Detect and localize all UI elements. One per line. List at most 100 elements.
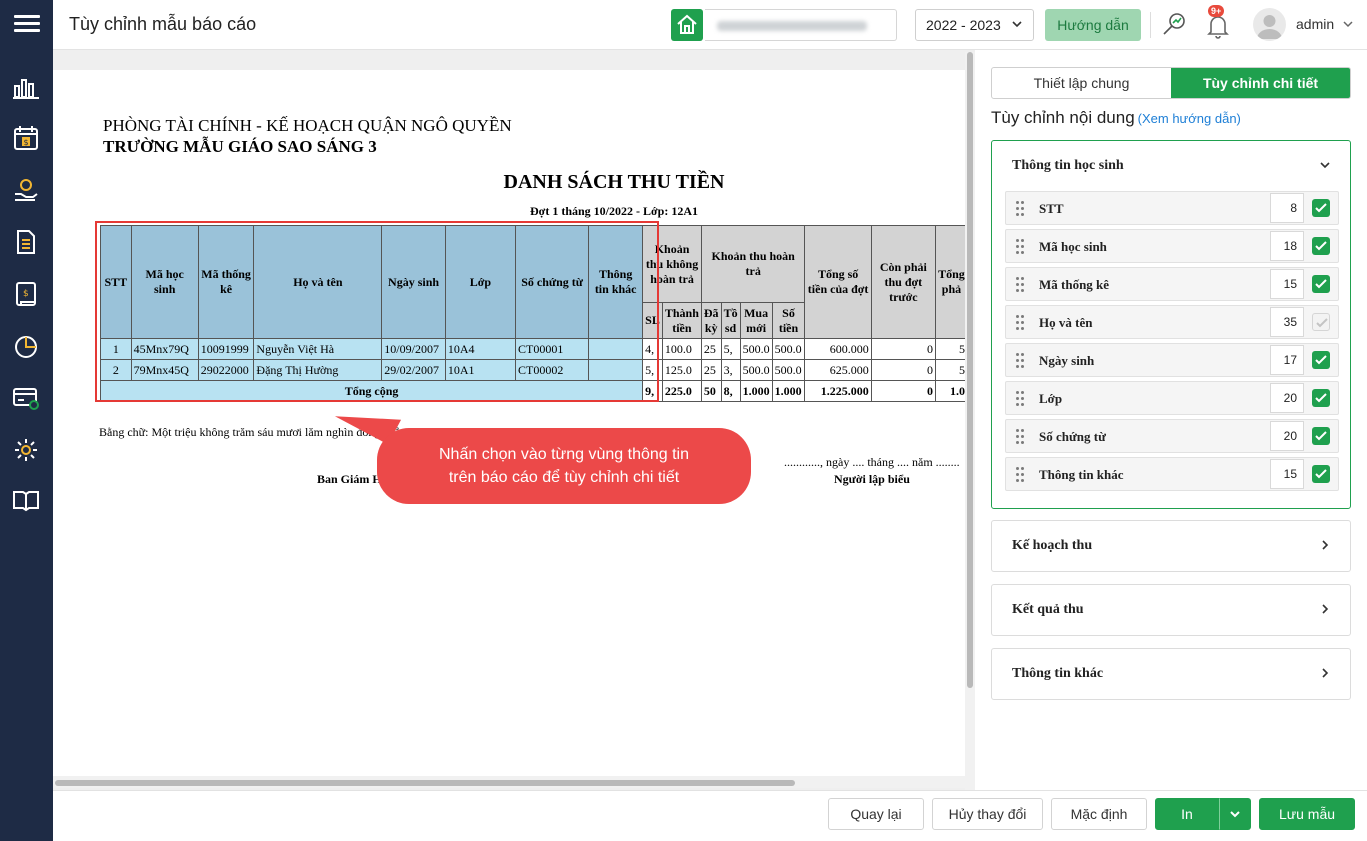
- total-row[interactable]: Tổng cộng 9, 225.0 50 8, 1.000 1.000 1.2…: [99, 380, 968, 402]
- field-width-input[interactable]: 15: [1270, 459, 1304, 489]
- money-hand-icon[interactable]: [12, 176, 40, 204]
- group-fee-result-header[interactable]: Kết quả thu: [992, 585, 1350, 635]
- search-chart-icon[interactable]: [1159, 10, 1189, 40]
- calendar-fee-icon[interactable]: $: [12, 124, 40, 152]
- col-lop[interactable]: Lớp: [444, 225, 517, 339]
- avatar[interactable]: [1253, 8, 1286, 41]
- field-width-input[interactable]: 20: [1270, 383, 1304, 413]
- report-table[interactable]: STT Mã học sinh Mã thống kê Họ và tên Ng…: [99, 225, 968, 402]
- col-sl[interactable]: SL: [642, 302, 663, 339]
- user-menu-chevron-icon[interactable]: [1342, 14, 1354, 34]
- payment-card-icon[interactable]: [12, 384, 40, 412]
- col-stt[interactable]: STT: [100, 225, 132, 339]
- settings-gear-icon[interactable]: [12, 436, 40, 464]
- hamburger-menu-icon[interactable]: [14, 12, 40, 36]
- guide-button[interactable]: Hướng dẫn: [1045, 9, 1141, 41]
- save-template-button[interactable]: Lưu mẫu: [1259, 798, 1355, 830]
- drag-handle-icon[interactable]: [1016, 429, 1026, 445]
- col-ma-thong-ke[interactable]: Mã thống kê: [197, 225, 255, 339]
- user-name[interactable]: admin: [1296, 16, 1334, 32]
- signature-right[interactable]: Người lập biểu: [834, 472, 910, 487]
- cell: 5,: [720, 338, 741, 360]
- col-ngay-sinh[interactable]: Ngày sinh: [381, 225, 446, 339]
- field-row[interactable]: Mã thống kê 15: [1005, 267, 1339, 301]
- group-other-info-header[interactable]: Thông tin khác: [992, 649, 1350, 699]
- col-so-chung-tu[interactable]: Số chứng từ: [514, 225, 590, 339]
- discard-changes-button[interactable]: Hủy thay đổi: [932, 798, 1043, 830]
- field-width-input[interactable]: 17: [1270, 345, 1304, 375]
- col-con-phai[interactable]: Còn phải thu đợt trước: [870, 225, 936, 339]
- group-student-info-header[interactable]: Thông tin học sinh: [992, 141, 1350, 191]
- drag-handle-icon[interactable]: [1016, 353, 1026, 369]
- field-visible-checkbox[interactable]: [1312, 427, 1330, 445]
- field-row[interactable]: Họ và tên 35: [1005, 305, 1339, 339]
- print-button[interactable]: In: [1155, 798, 1219, 830]
- field-row[interactable]: Thông tin khác 15: [1005, 457, 1339, 491]
- pie-chart-icon[interactable]: [12, 332, 40, 360]
- book-open-icon[interactable]: [12, 486, 40, 514]
- col-thong-tin-khac[interactable]: Thông tin khác: [588, 225, 644, 339]
- field-row[interactable]: Lớp 20: [1005, 381, 1339, 415]
- field-width-input[interactable]: 35: [1270, 307, 1304, 337]
- view-guide-link[interactable]: (Xem hướng dẫn): [1138, 111, 1241, 126]
- table-row[interactable]: 2 79Mnx45Q 29022000 Đặng Thị Hường 29/02…: [100, 359, 968, 381]
- print-options-dropdown[interactable]: [1219, 798, 1251, 830]
- document-icon[interactable]: [12, 228, 40, 256]
- group-other-info[interactable]: Thông tin khác: [991, 648, 1351, 700]
- horizontal-scrollbar[interactable]: [53, 776, 965, 788]
- reports-chart-icon[interactable]: [12, 74, 40, 102]
- field-visible-checkbox[interactable]: [1312, 465, 1330, 483]
- report-subtitle[interactable]: Đợt 1 tháng 10/2022 - Lớp: 12A1: [53, 204, 968, 219]
- vertical-scrollbar[interactable]: [965, 52, 975, 792]
- reset-default-button[interactable]: Mặc định: [1051, 798, 1147, 830]
- back-button[interactable]: Quay lại: [828, 798, 924, 830]
- report-title[interactable]: DANH SÁCH THU TIỀN: [53, 171, 968, 194]
- field-visible-checkbox[interactable]: [1312, 199, 1330, 217]
- tab-general-settings[interactable]: Thiết lập chung: [992, 68, 1171, 98]
- field-visible-checkbox[interactable]: [1312, 237, 1330, 255]
- field-row[interactable]: STT 8: [1005, 191, 1339, 225]
- cell: 500.0: [739, 359, 773, 381]
- col-so-tien[interactable]: Số tiền: [771, 302, 806, 339]
- field-visible-checkbox[interactable]: [1312, 275, 1330, 293]
- col-ho-ten[interactable]: Họ và tên: [253, 225, 383, 339]
- drag-handle-icon[interactable]: [1016, 239, 1026, 255]
- col-mua-moi[interactable]: Mua mới: [739, 302, 773, 339]
- group-fee-plan[interactable]: Kế hoạch thu: [991, 520, 1351, 572]
- home-icon[interactable]: [671, 9, 703, 41]
- field-visible-checkbox[interactable]: [1312, 389, 1330, 407]
- field-width-input[interactable]: 20: [1270, 421, 1304, 451]
- tab-detail-customize[interactable]: Tùy chỉnh chi tiết: [1171, 68, 1350, 98]
- field-visible-checkbox[interactable]: [1312, 351, 1330, 369]
- school-selector[interactable]: [705, 9, 897, 41]
- school-year-select[interactable]: 2022 - 2023: [915, 9, 1034, 41]
- col-tong-phai[interactable]: Tổng phả: [934, 225, 968, 339]
- drag-handle-icon[interactable]: [1016, 201, 1026, 217]
- field-row[interactable]: Số chứng từ 20: [1005, 419, 1339, 453]
- group-fee-result[interactable]: Kết quả thu: [991, 584, 1351, 636]
- horizontal-scroll-thumb[interactable]: [55, 780, 795, 786]
- field-width-input[interactable]: 15: [1270, 269, 1304, 299]
- col-tong-dot[interactable]: Tổng số tiền của đợt: [804, 225, 872, 339]
- field-row[interactable]: Ngày sinh 17: [1005, 343, 1339, 377]
- col-khoan-hoan[interactable]: Khoản thu hoàn trả: [700, 225, 806, 303]
- drag-handle-icon[interactable]: [1016, 277, 1026, 293]
- table-row[interactable]: 1 45Mnx79Q 10091999 Nguyễn Việt Hà 10/09…: [100, 338, 968, 360]
- col-ma-hoc-sinh[interactable]: Mã học sinh: [130, 225, 199, 339]
- col-to-sd[interactable]: Tồ sd: [720, 302, 741, 339]
- checkmark-icon: [1315, 393, 1327, 403]
- field-width-input[interactable]: 18: [1270, 231, 1304, 261]
- col-thanh-tien[interactable]: Thành tiền: [661, 302, 702, 339]
- col-da-ky[interactable]: Đã kỳ: [700, 302, 722, 339]
- field-row[interactable]: Mã học sinh 18: [1005, 229, 1339, 263]
- drag-handle-icon[interactable]: [1016, 391, 1026, 407]
- signature-date[interactable]: ............, ngày .... tháng .... năm .…: [784, 455, 960, 470]
- field-visible-checkbox[interactable]: [1312, 313, 1330, 331]
- group-fee-plan-header[interactable]: Kế hoạch thu: [992, 521, 1350, 571]
- drag-handle-icon[interactable]: [1016, 467, 1026, 483]
- col-khoan-thu[interactable]: Khoản thu không hoàn trả: [642, 225, 702, 303]
- vertical-scroll-thumb[interactable]: [967, 52, 973, 688]
- field-width-input[interactable]: 8: [1270, 193, 1304, 223]
- drag-handle-icon[interactable]: [1016, 315, 1026, 331]
- ledger-icon[interactable]: $: [12, 280, 40, 308]
